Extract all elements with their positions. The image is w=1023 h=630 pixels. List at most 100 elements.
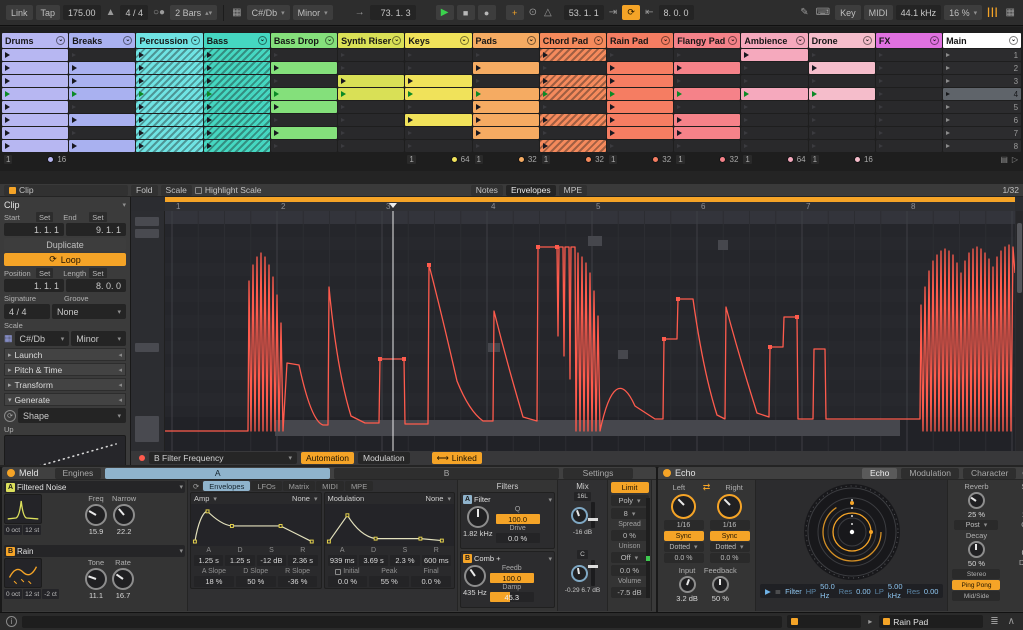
new-clip-button[interactable]: + (505, 5, 524, 20)
tab-mpe-meld[interactable]: MPE (344, 481, 374, 491)
clip-play-icon[interactable] (72, 117, 78, 123)
session-clip[interactable] (741, 49, 808, 61)
fold-button[interactable]: Fold (131, 184, 158, 196)
session-clip[interactable] (69, 75, 136, 87)
empty-clip-slot[interactable] (808, 127, 875, 139)
scene-slot[interactable]: 8 (943, 140, 1022, 152)
empty-clip-slot[interactable] (539, 62, 606, 74)
linked-toggle[interactable]: ⟷ Linked (431, 452, 482, 464)
session-clip[interactable] (69, 62, 136, 74)
beat-time-ruler[interactable]: 12345678 (165, 197, 1015, 211)
shape-refresh-icon[interactable]: ⟳ (4, 409, 16, 422)
engine-b-knob1[interactable]: Tone 11.1 (85, 558, 107, 600)
time-signature-field[interactable]: 4 / 4 (120, 5, 148, 20)
clip-view-tab[interactable]: Clip (4, 184, 128, 196)
empty-clip-slot[interactable] (405, 140, 472, 152)
filter-b-feedback[interactable]: 100.0 (489, 573, 534, 583)
clip-play-icon[interactable] (5, 104, 10, 110)
track-fold-icon[interactable]: ⌄ (593, 36, 603, 45)
clip-play-icon[interactable] (744, 52, 750, 58)
groove-selector[interactable]: None ▾ (52, 304, 126, 319)
mod-sustain[interactable]: 2.3 % (390, 555, 420, 566)
clip-play-icon[interactable] (5, 143, 10, 149)
track-header[interactable]: Synth Riser ⌄ (338, 33, 405, 48)
detail-view-toggle-icon[interactable]: ▦ (1004, 7, 1017, 18)
rate-knob[interactable] (112, 568, 134, 590)
clip-scale-selector[interactable]: Minor ▾ (71, 331, 127, 346)
track-header[interactable]: Keys ⌄ (405, 33, 472, 48)
clip-play-icon[interactable] (475, 65, 481, 71)
session-clip[interactable] (472, 114, 539, 126)
clip-play-icon[interactable] (542, 143, 548, 149)
clip-play-icon[interactable] (408, 91, 414, 97)
session-clip[interactable] (2, 49, 69, 61)
session-clip[interactable] (674, 62, 741, 74)
stop-all-clips-icon[interactable]: ▤ (999, 155, 1009, 164)
settings-tab[interactable]: Settings (563, 467, 634, 479)
playing-clip[interactable] (270, 88, 338, 100)
playing-clip[interactable] (539, 88, 607, 100)
stop-button[interactable]: ■ (456, 5, 475, 20)
reverb-position-selector[interactable]: Post ▾ (954, 520, 999, 530)
playing-clip[interactable] (338, 88, 405, 100)
empty-clip-slot[interactable] (674, 49, 741, 61)
session-clip[interactable] (270, 62, 338, 74)
amp-decay[interactable]: 1.25 s (225, 555, 255, 566)
key-map-button[interactable]: Key (835, 5, 861, 20)
empty-clip-slot[interactable] (69, 101, 136, 113)
empty-clip-slot[interactable] (338, 101, 405, 113)
engine-a-knob1[interactable]: Freq 15.9 (85, 494, 107, 536)
scene-slot[interactable]: 5 (943, 101, 1022, 113)
empty-clip-slot[interactable] (741, 101, 808, 113)
empty-clip-slot[interactable] (674, 75, 741, 87)
scale-mode-icon[interactable]: ▦ (230, 7, 243, 18)
session-clip[interactable] (203, 62, 271, 74)
session-clip[interactable] (606, 101, 674, 113)
empty-clip-slot[interactable] (741, 62, 808, 74)
transform-section-header[interactable]: ▸ Transform ◂ (4, 378, 126, 391)
clip-play-icon[interactable] (475, 91, 481, 97)
track-fold-icon[interactable]: ⌄ (56, 36, 66, 45)
current-clip-chip[interactable]: Rain Pad (879, 615, 984, 628)
clip-play-icon[interactable] (542, 52, 548, 58)
session-clip[interactable] (674, 127, 741, 139)
collapse-icon[interactable]: ▾ (122, 201, 126, 209)
session-clip[interactable] (808, 62, 875, 74)
session-clip[interactable] (539, 49, 607, 61)
mod-env-route[interactable]: None (426, 494, 444, 503)
filter-b-freq[interactable]: 435 Hz (463, 565, 487, 602)
quantization-menu[interactable]: 2 Bars ▴▾ (170, 5, 218, 20)
track-fold-icon[interactable]: ⌄ (1009, 36, 1019, 45)
track-header[interactable]: Main ⌄ (943, 33, 1022, 48)
session-clip[interactable] (606, 114, 674, 126)
right-offset[interactable]: 0.0 % (709, 553, 750, 563)
empty-clip-slot[interactable] (808, 75, 875, 87)
clip-play-icon[interactable] (273, 91, 279, 97)
empty-clip-slot[interactable] (875, 62, 943, 74)
narrow-knob[interactable] (113, 504, 136, 526)
track-fold-icon[interactable]: ⌄ (123, 36, 133, 45)
empty-clip-slot[interactable] (741, 75, 808, 87)
mix-a-tone-knob[interactable] (570, 506, 588, 524)
session-clip[interactable] (136, 127, 203, 139)
session-clip[interactable] (472, 62, 539, 74)
scene-slot[interactable]: 6 (943, 114, 1022, 126)
tab-midi[interactable]: MIDI (316, 481, 344, 491)
lp-res[interactable]: 0.00 (924, 587, 939, 596)
empty-clip-slot[interactable] (875, 127, 943, 139)
mode-ping-pong[interactable]: Ping Pong (952, 580, 1001, 590)
amp-sustain[interactable]: -12 dB (256, 555, 287, 566)
track-header[interactable]: Ambience ⌄ (741, 33, 808, 48)
track-fold-icon[interactable]: ⌄ (661, 36, 671, 45)
clip-key-root-selector[interactable]: C#/Db ▾ (14, 331, 70, 346)
echo-modulation-tab[interactable]: Modulation (901, 467, 959, 479)
browser-target-field[interactable] (787, 615, 862, 628)
right-sync-toggle[interactable]: Sync (709, 531, 750, 541)
clip-play-icon[interactable] (475, 117, 481, 123)
automation-arm-icon[interactable]: △ (542, 7, 554, 18)
track-header[interactable]: Bass ⌄ (203, 33, 270, 48)
mod-peak[interactable]: 55 % (369, 576, 410, 587)
lp-freq[interactable]: 5.00 kHz (888, 582, 903, 600)
left-offset[interactable]: 0.0 % (663, 553, 704, 563)
empty-clip-slot[interactable] (270, 114, 338, 126)
